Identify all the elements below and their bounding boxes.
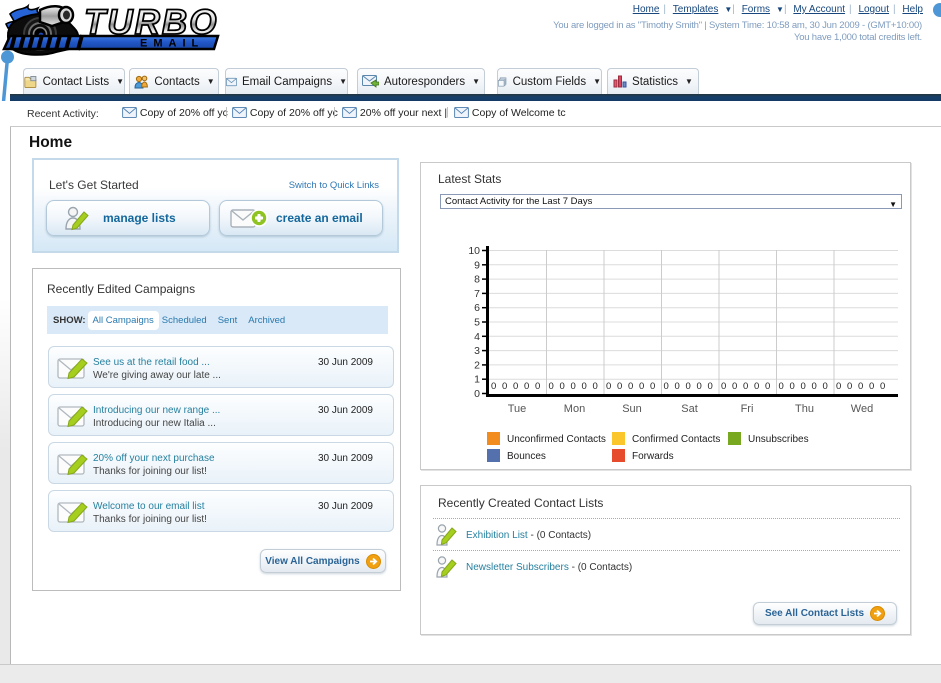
svg-text:0: 0 bbox=[721, 381, 726, 392]
svg-text:0: 0 bbox=[823, 381, 828, 392]
svg-text:0: 0 bbox=[697, 381, 702, 392]
svg-text:0: 0 bbox=[847, 381, 852, 392]
svg-text:0: 0 bbox=[779, 381, 784, 392]
svg-text:0: 0 bbox=[582, 381, 587, 392]
svg-text:Mon: Mon bbox=[564, 403, 585, 415]
svg-text:0: 0 bbox=[513, 381, 518, 392]
svg-text:0: 0 bbox=[560, 381, 565, 392]
svg-text:0: 0 bbox=[535, 381, 540, 392]
svg-text:0: 0 bbox=[869, 381, 874, 392]
svg-text:6: 6 bbox=[474, 302, 480, 314]
svg-text:0: 0 bbox=[639, 381, 644, 392]
svg-text:0: 0 bbox=[708, 381, 713, 392]
svg-text:2: 2 bbox=[474, 359, 480, 371]
svg-text:5: 5 bbox=[474, 317, 480, 329]
svg-text:0: 0 bbox=[524, 381, 529, 392]
svg-text:Fri: Fri bbox=[741, 403, 754, 415]
svg-text:10: 10 bbox=[468, 245, 480, 257]
svg-text:7: 7 bbox=[474, 288, 480, 300]
svg-text:4: 4 bbox=[474, 331, 480, 343]
svg-text:0: 0 bbox=[549, 381, 554, 392]
svg-text:0: 0 bbox=[606, 381, 611, 392]
svg-text:0: 0 bbox=[617, 381, 622, 392]
svg-text:0: 0 bbox=[858, 381, 863, 392]
svg-text:0: 0 bbox=[474, 388, 480, 400]
svg-text:1: 1 bbox=[474, 374, 480, 386]
svg-text:0: 0 bbox=[664, 381, 669, 392]
svg-text:0: 0 bbox=[502, 381, 507, 392]
svg-text:0: 0 bbox=[628, 381, 633, 392]
svg-text:Sun: Sun bbox=[622, 403, 642, 415]
svg-text:0: 0 bbox=[491, 381, 496, 392]
svg-text:0: 0 bbox=[732, 381, 737, 392]
svg-text:3: 3 bbox=[474, 345, 480, 357]
svg-text:0: 0 bbox=[650, 381, 655, 392]
svg-text:EMAIL: EMAIL bbox=[140, 38, 204, 50]
svg-text:0: 0 bbox=[812, 381, 817, 392]
svg-text:0: 0 bbox=[754, 381, 759, 392]
svg-text:Wed: Wed bbox=[851, 403, 873, 415]
svg-text:0: 0 bbox=[743, 381, 748, 392]
svg-text:0: 0 bbox=[686, 381, 691, 392]
svg-text:0: 0 bbox=[593, 381, 598, 392]
svg-text:8: 8 bbox=[474, 274, 480, 286]
svg-text:0: 0 bbox=[765, 381, 770, 392]
svg-text:0: 0 bbox=[675, 381, 680, 392]
svg-text:0: 0 bbox=[571, 381, 576, 392]
svg-text:0: 0 bbox=[880, 381, 885, 392]
svg-text:0: 0 bbox=[790, 381, 795, 392]
svg-text:Tue: Tue bbox=[508, 403, 527, 415]
svg-text:9: 9 bbox=[474, 259, 480, 271]
svg-text:Sat: Sat bbox=[681, 403, 698, 415]
svg-text:0: 0 bbox=[801, 381, 806, 392]
svg-text:0: 0 bbox=[836, 381, 841, 392]
svg-text:Thu: Thu bbox=[795, 403, 814, 415]
